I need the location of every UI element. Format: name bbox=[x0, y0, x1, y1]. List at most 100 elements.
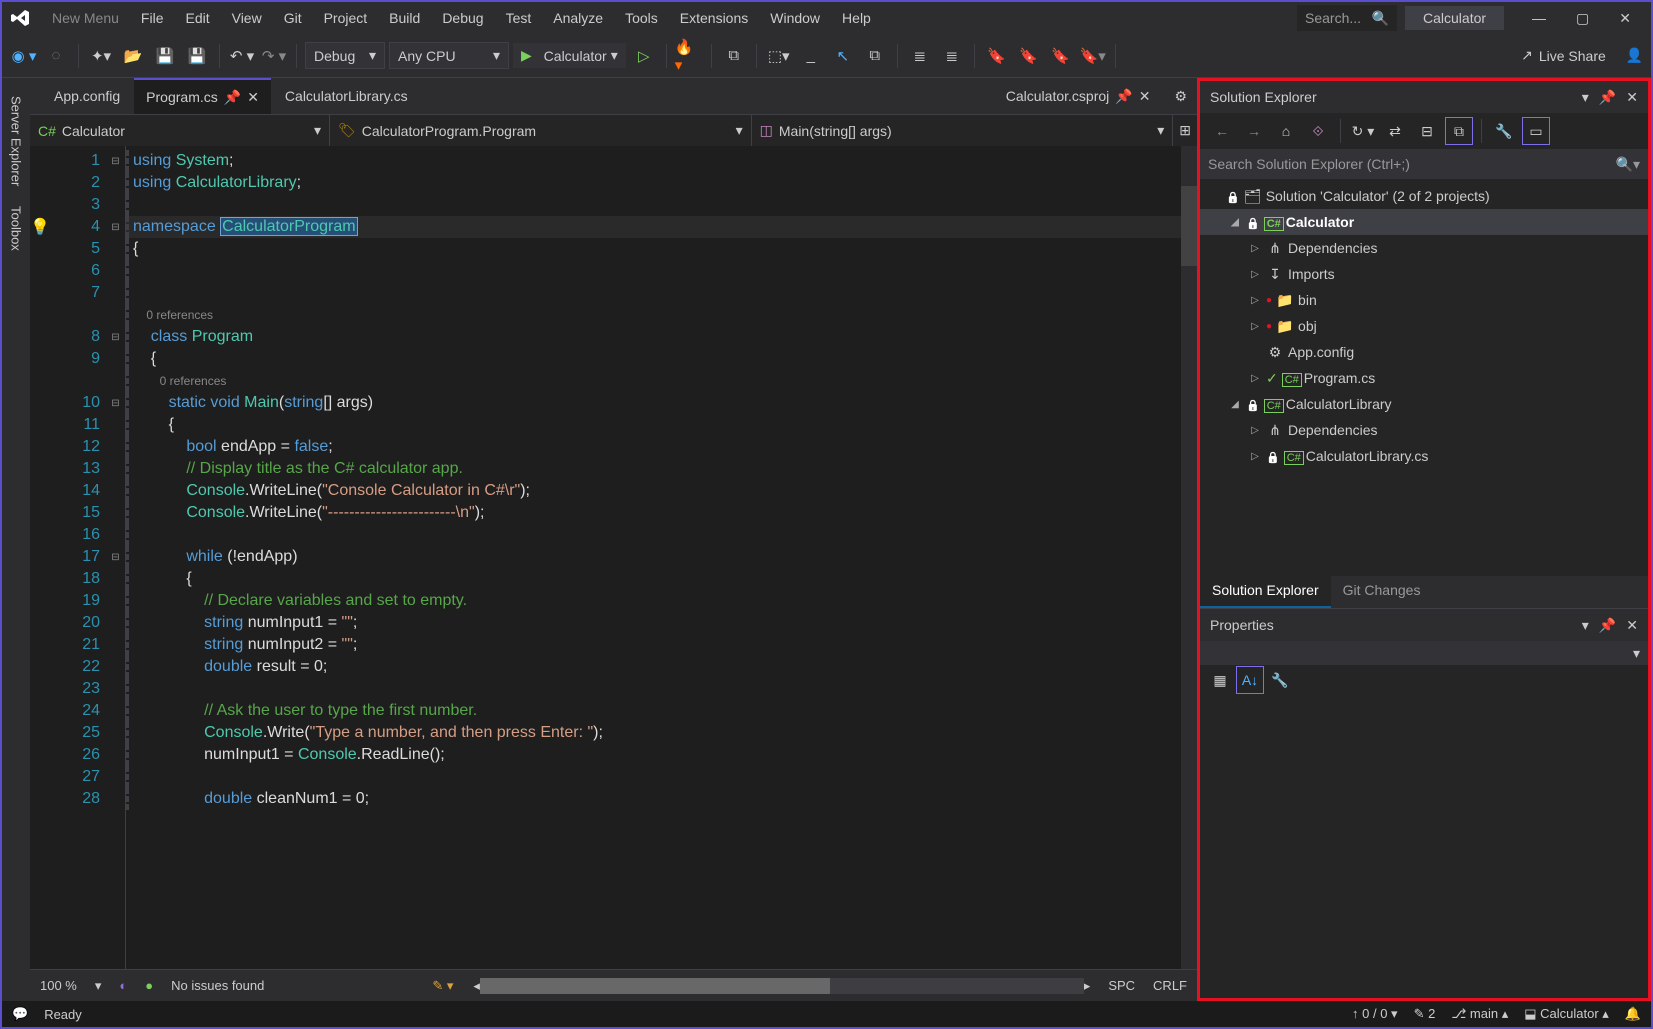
horizontal-scrollbar[interactable] bbox=[480, 978, 1084, 994]
vertical-scrollbar[interactable] bbox=[1181, 146, 1197, 969]
cursor-icon[interactable]: ↖ bbox=[829, 42, 857, 70]
close-tab-icon[interactable]: ✕ bbox=[247, 89, 259, 106]
lightbulb-icon[interactable]: ◐ bbox=[119, 978, 127, 993]
indent-mode[interactable]: SPC bbox=[1108, 978, 1135, 993]
minimize-button[interactable]: — bbox=[1532, 10, 1546, 27]
close-pane-icon[interactable]: ✕ bbox=[1626, 89, 1638, 106]
menu-test[interactable]: Test bbox=[496, 6, 542, 30]
menu-file[interactable]: File bbox=[131, 6, 174, 30]
code-editor[interactable]: 💡 12345678910111213141516171819202122232… bbox=[30, 146, 1197, 969]
pin-icon[interactable]: 📌 bbox=[1599, 617, 1616, 634]
alphabetical-icon[interactable]: A↓ bbox=[1236, 666, 1264, 694]
open-button[interactable]: 📂 bbox=[119, 42, 147, 70]
properties-selector[interactable]: ▾ bbox=[1200, 641, 1648, 665]
tree-item-bin[interactable]: ▷●📁bin bbox=[1200, 287, 1648, 313]
menu-window[interactable]: Window bbox=[760, 6, 830, 30]
changes-count[interactable]: ✎ 2 bbox=[1414, 1006, 1436, 1022]
se-switch-views[interactable]: ⟐ bbox=[1304, 117, 1332, 145]
branch-indicator[interactable]: ⎇ main ▴ bbox=[1451, 1006, 1508, 1022]
tree-item-dependencies[interactable]: ▷⋔Dependencies bbox=[1200, 417, 1648, 443]
new-project-button[interactable]: ✦▾ bbox=[87, 42, 115, 70]
start-without-debug-button[interactable]: ▷ bbox=[630, 42, 658, 70]
fold-margin[interactable]: ⊟⊟⊟⊟⊟ bbox=[106, 146, 126, 969]
launch-profile-label[interactable]: Calculator bbox=[1405, 6, 1504, 30]
hot-reload-button[interactable]: 🔥 ▾ bbox=[675, 42, 703, 70]
zoom-level[interactable]: 100 % bbox=[40, 978, 77, 993]
menu-extensions[interactable]: Extensions bbox=[670, 6, 758, 30]
outdent-button[interactable]: ≣ bbox=[906, 42, 934, 70]
save-button[interactable]: 💾 bbox=[151, 42, 179, 70]
tree-item-obj[interactable]: ▷●📁obj bbox=[1200, 313, 1648, 339]
tb-icon-4[interactable]: ⧉ bbox=[861, 42, 889, 70]
titlebar-search-box[interactable]: Search... 🔍 bbox=[1297, 5, 1397, 31]
forward-button[interactable]: ◌ bbox=[42, 42, 70, 70]
pane-menu-icon[interactable]: ▾ bbox=[1582, 617, 1589, 634]
panel-tab-git-changes[interactable]: Git Changes bbox=[1331, 576, 1433, 608]
solution-search-box[interactable]: Search Solution Explorer (Ctrl+;) 🔍▾ bbox=[1200, 149, 1648, 179]
properties-icon[interactable]: 🔧 bbox=[1490, 117, 1518, 145]
platform-selector[interactable]: Any CPU▾ bbox=[389, 42, 509, 69]
tree-item-program-cs[interactable]: ▷✓C#Program.cs bbox=[1200, 365, 1648, 391]
panel-tab-solution-explorer[interactable]: Solution Explorer bbox=[1200, 576, 1331, 608]
sidebar-server-explorer[interactable]: Server Explorer bbox=[5, 86, 28, 196]
nav-class[interactable]: 🏷CalculatorProgram.Program▾ bbox=[330, 115, 752, 146]
menu-debug[interactable]: Debug bbox=[432, 6, 493, 30]
notifications-icon[interactable]: 🔔 bbox=[1625, 1006, 1641, 1022]
se-show-all-files[interactable]: ⧉ bbox=[1445, 117, 1473, 145]
tab-program-cs[interactable]: Program.cs📌✕ bbox=[134, 78, 271, 114]
maximize-button[interactable]: ▢ bbox=[1576, 10, 1589, 27]
tree-item-calculatorlibrary-cs[interactable]: ▷C#CalculatorLibrary.cs bbox=[1200, 443, 1648, 469]
feedback-icon[interactable]: 💬 bbox=[12, 1006, 28, 1022]
tab-app-config[interactable]: App.config bbox=[42, 78, 132, 114]
close-button[interactable]: ✕ bbox=[1619, 10, 1631, 27]
tb-icon-2[interactable]: ⬚▾ bbox=[765, 42, 793, 70]
menu-help[interactable]: Help bbox=[832, 6, 881, 30]
tree-item-solution-calculator-2-of-2-projects-[interactable]: 🗂Solution 'Calculator' (2 of 2 projects) bbox=[1200, 183, 1648, 209]
menu-analyze[interactable]: Analyze bbox=[543, 6, 613, 30]
properties-wrench-icon[interactable]: 🔧 bbox=[1266, 666, 1294, 694]
back-button[interactable]: ◉ ▾ bbox=[10, 42, 38, 70]
current-project[interactable]: ⬓ Calculator ▴ bbox=[1524, 1006, 1609, 1022]
tree-item-dependencies[interactable]: ▷⋔Dependencies bbox=[1200, 235, 1648, 261]
home-icon[interactable]: ⌂ bbox=[1272, 117, 1300, 145]
issues-status[interactable]: No issues found bbox=[171, 978, 264, 993]
undo-button[interactable]: ↶ ▾ bbox=[228, 42, 256, 70]
menu-tools[interactable]: Tools bbox=[615, 6, 668, 30]
split-editor-button[interactable]: ⊞ bbox=[1173, 122, 1197, 139]
se-collapse[interactable]: ⊟ bbox=[1413, 117, 1441, 145]
se-back[interactable]: ← bbox=[1208, 117, 1236, 145]
nav-member[interactable]: ◫Main(string[] args)▾ bbox=[752, 115, 1174, 146]
save-all-button[interactable]: 💾 bbox=[183, 42, 211, 70]
nav-scope[interactable]: C#Calculator▾ bbox=[30, 115, 330, 146]
tree-item-calculator[interactable]: ◢C#Calculator bbox=[1200, 209, 1648, 235]
close-pane-icon[interactable]: ✕ bbox=[1626, 617, 1638, 634]
bookmark-prev[interactable]: 🔖 bbox=[1015, 42, 1043, 70]
account-icon[interactable]: 👤 bbox=[1626, 47, 1643, 64]
tb-icon-3[interactable]: _ bbox=[797, 42, 825, 70]
horizontal-scroll-thumb[interactable] bbox=[480, 978, 830, 994]
eol-mode[interactable]: CRLF bbox=[1153, 978, 1187, 993]
pin-icon[interactable]: 📌 bbox=[1599, 89, 1616, 106]
tree-item-imports[interactable]: ▷↧Imports bbox=[1200, 261, 1648, 287]
pin-icon[interactable]: 📌 bbox=[1115, 88, 1132, 105]
tree-item-calculatorlibrary[interactable]: ◢C#CalculatorLibrary bbox=[1200, 391, 1648, 417]
se-forward[interactable]: → bbox=[1240, 117, 1268, 145]
start-button[interactable]: ▶ Calculator ▾ bbox=[513, 43, 626, 68]
pin-icon[interactable]: 📌 bbox=[224, 89, 241, 106]
menu-new-menu[interactable]: New Menu bbox=[42, 6, 129, 30]
live-share-button[interactable]: ↗ Live Share 👤 bbox=[1521, 47, 1643, 64]
se-preview[interactable]: ▭ bbox=[1522, 117, 1550, 145]
categorized-icon[interactable]: ▦ bbox=[1206, 666, 1234, 694]
menu-build[interactable]: Build bbox=[379, 6, 430, 30]
bookmark-button[interactable]: 🔖 bbox=[983, 42, 1011, 70]
brush-icon[interactable]: ✎ ▾ bbox=[432, 978, 453, 994]
tab-settings-icon[interactable]: ⚙ bbox=[1164, 88, 1197, 105]
redo-button[interactable]: ↷ ▾ bbox=[260, 42, 288, 70]
close-tab-icon[interactable]: ✕ bbox=[1139, 88, 1151, 105]
error-count[interactable]: ↑ 0 / 0 ▾ bbox=[1352, 1006, 1398, 1022]
menu-edit[interactable]: Edit bbox=[175, 6, 219, 30]
bookmark-next[interactable]: 🔖 bbox=[1047, 42, 1075, 70]
pane-menu-icon[interactable]: ▾ bbox=[1582, 89, 1589, 106]
indent-button[interactable]: ≣ bbox=[938, 42, 966, 70]
tab-calculatorlibrary-cs[interactable]: CalculatorLibrary.cs bbox=[273, 78, 420, 114]
